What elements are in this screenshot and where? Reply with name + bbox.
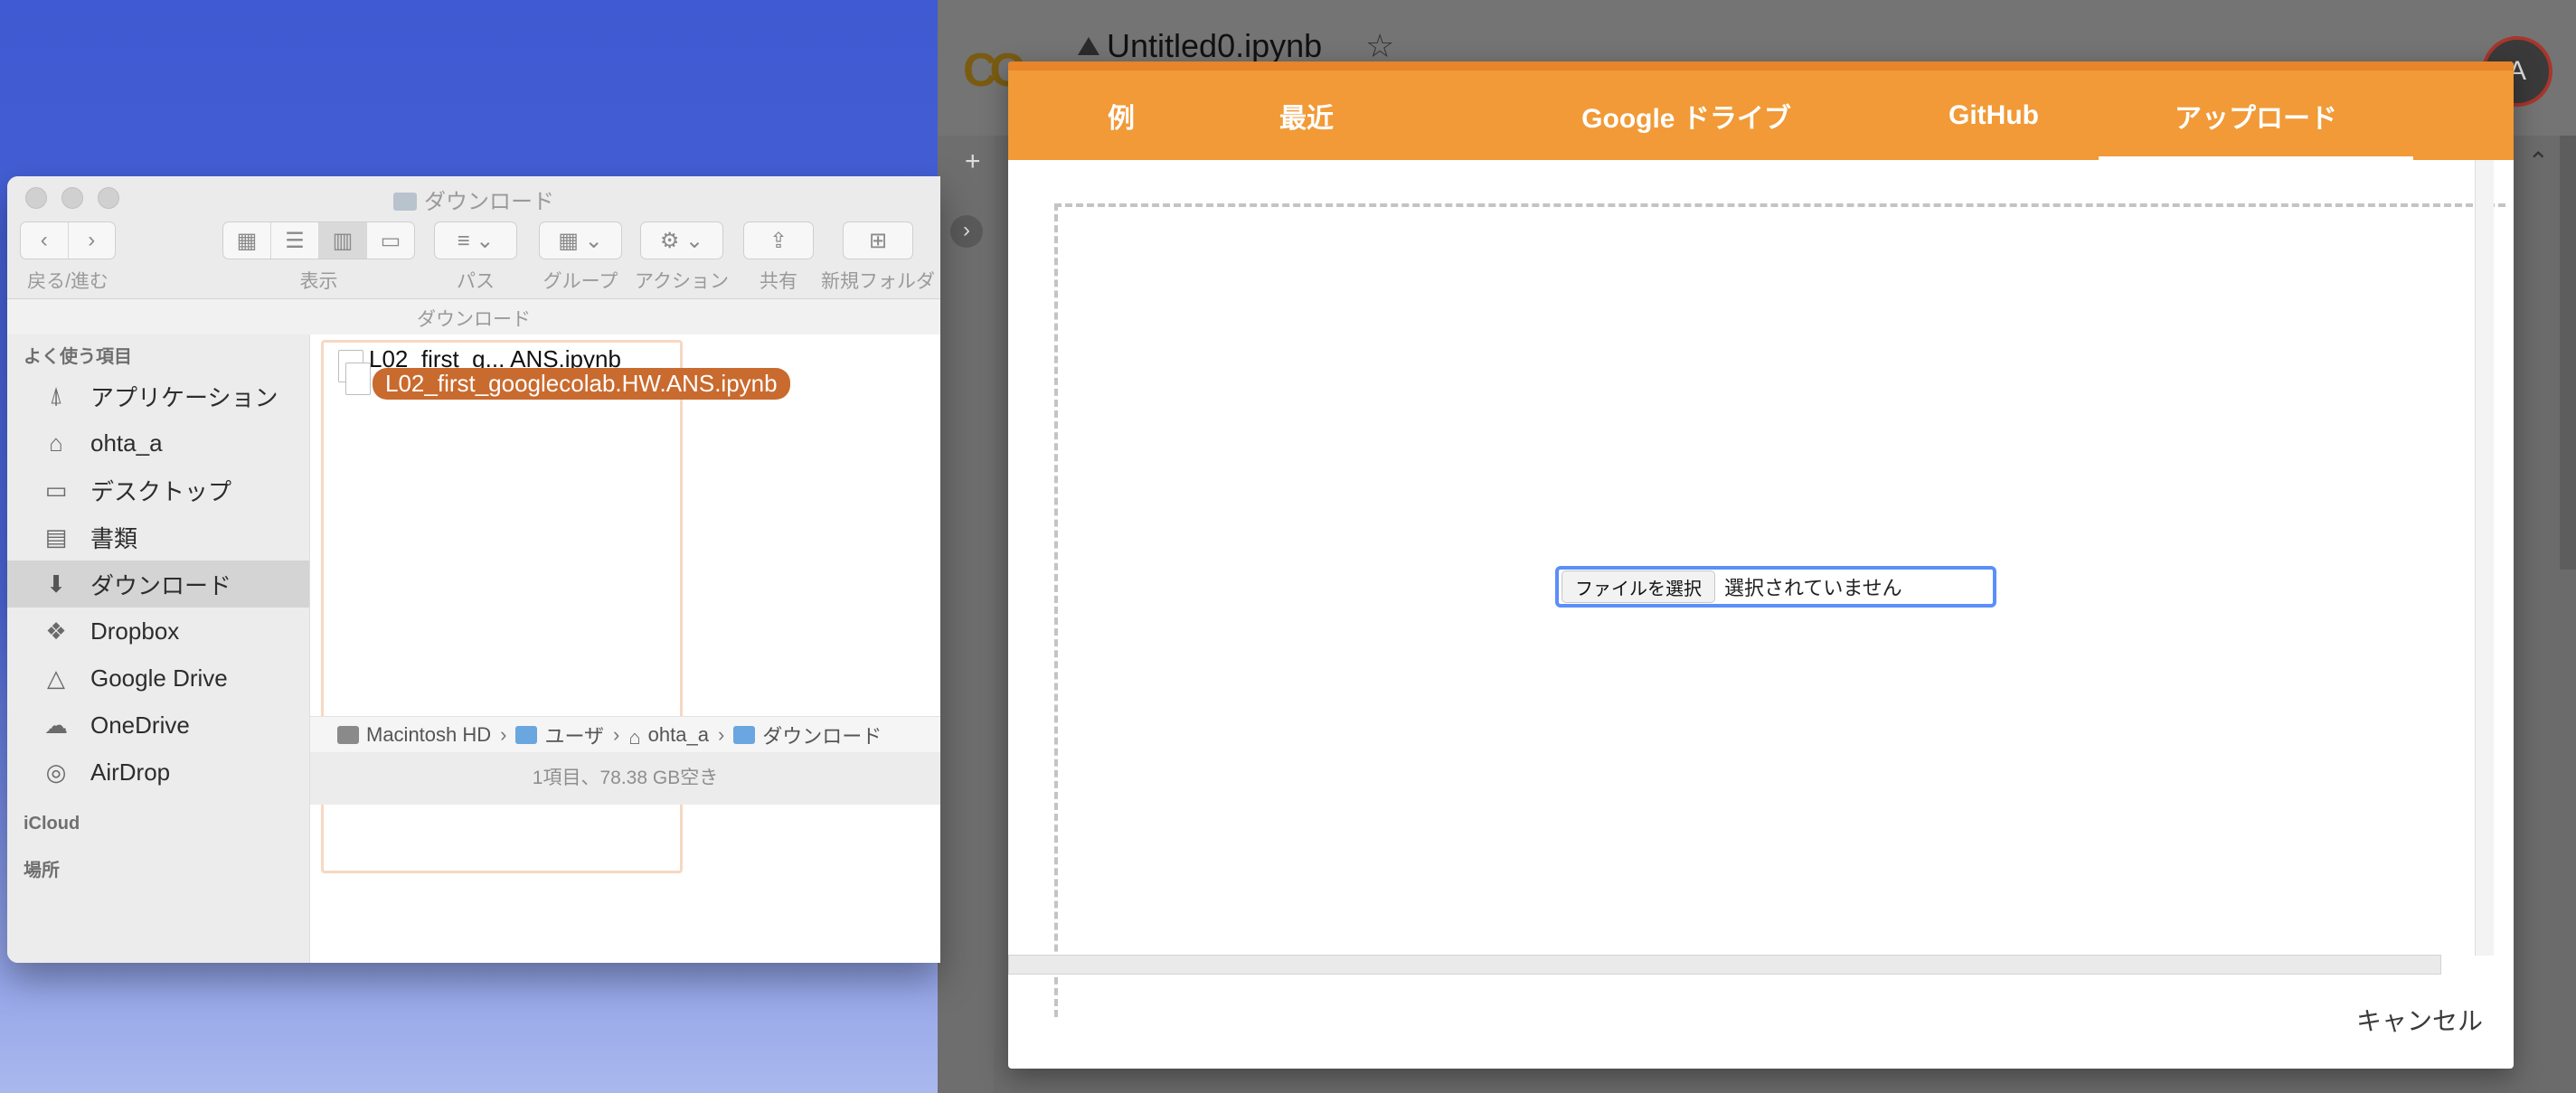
dialog-tab-bar: 例 最近 Google ドライブ GitHub アップロード xyxy=(1008,61,2514,160)
favorites-header: よく使う項目 xyxy=(24,347,132,367)
collapse-chevron-icon[interactable]: ⌃ xyxy=(2528,146,2549,176)
chevron-right-icon: › xyxy=(717,723,725,746)
home-icon: ⌂ xyxy=(628,726,641,749)
add-code-icon[interactable]: + xyxy=(965,146,981,177)
action-control: ⚙ ⌄ アクション xyxy=(635,221,729,294)
breadcrumb-item[interactable]: ohta_a xyxy=(648,723,709,747)
colab-scrollbar[interactable] xyxy=(2560,136,2576,570)
finder-sidebar: よく使う項目 ⍋ アプリケーション ⌂ ohta_a ▭ デスクトップ ▤ 書類 ⬇ ダウ… xyxy=(7,334,310,963)
downloads-icon: ⬇ xyxy=(46,570,66,598)
home-icon: ⌂ xyxy=(49,429,63,457)
finder-window: ダウンロード ‹ › 戻る/進む ▦ ☰ ▥ ▭ 表示 ≡ ⌄ パス ▦ ⌄ グ… xyxy=(7,176,940,963)
breadcrumb-item[interactable]: Macintosh HD xyxy=(366,723,491,747)
share-control: ⇪ 共有 xyxy=(743,221,814,294)
finder-content: L02_first_g... ANS.ipynb L02_first_googl… xyxy=(310,334,940,963)
desktop-icon: ▭ xyxy=(44,476,68,504)
choose-file-button[interactable]: ファイルを選択 xyxy=(1562,570,1715,603)
dropbox-icon: ❖ xyxy=(45,617,67,645)
back-forward-control: ‹ › 戻る/進む xyxy=(20,221,116,294)
path-control: ≡ ⌄ パス xyxy=(434,221,517,294)
tab-github[interactable]: GitHub xyxy=(1903,71,2084,160)
folder-icon xyxy=(515,726,538,744)
star-icon[interactable]: ☆ xyxy=(1365,27,1394,65)
downloads-folder-icon xyxy=(733,726,756,744)
documents-icon: ▤ xyxy=(44,523,68,551)
sidebar-item-airdrop[interactable]: ◎ AirDrop xyxy=(7,749,309,796)
gallery-view-icon[interactable]: ▭ xyxy=(367,222,414,259)
upload-drop-zone[interactable] xyxy=(1054,203,2505,1017)
tab-upload[interactable]: アップロード xyxy=(2099,71,2413,160)
window-title: ダウンロード xyxy=(7,184,940,215)
chevron-right-icon: › xyxy=(500,723,507,746)
folder-icon xyxy=(393,193,417,211)
icloud-header: iCloud xyxy=(24,814,80,834)
sidebar-item-downloads[interactable]: ⬇ ダウンロード xyxy=(7,561,309,608)
status-bar: 1項目、78.38 GB空き xyxy=(310,752,940,805)
list-view-icon[interactable]: ☰ xyxy=(271,222,319,259)
gear-icon[interactable]: ⚙ ⌄ xyxy=(641,222,722,259)
sidebar-item-desktop[interactable]: ▭ デスクトップ xyxy=(7,466,309,514)
breadcrumb-item[interactable]: ユーザ xyxy=(544,721,604,749)
icon-view-icon[interactable]: ▦ xyxy=(223,222,271,259)
file-picker[interactable]: ファイルを選択 選択されていません xyxy=(1555,566,1996,608)
sidebar-item-onedrive[interactable]: ☁ OneDrive xyxy=(7,702,309,749)
view-control: ▦ ☰ ▥ ▭ 表示 xyxy=(222,221,415,294)
dialog-horizontal-scrollbar[interactable] xyxy=(1008,955,2441,975)
sidebar-item-applications[interactable]: ⍋ アプリケーション xyxy=(7,372,309,419)
dragged-file-label[interactable]: L02_first_googlecolab.HW.ANS.ipynb xyxy=(373,368,790,400)
finder-titlebar: ダウンロード ‹ › 戻る/進む ▦ ☰ ▥ ▭ 表示 ≡ ⌄ パス ▦ ⌄ グ… xyxy=(7,176,940,330)
group-icon[interactable]: ▦ ⌄ xyxy=(540,222,621,259)
onedrive-icon: ☁ xyxy=(44,711,68,739)
applications-icon: ⍋ xyxy=(49,382,63,409)
tab-examples[interactable]: 例 xyxy=(1062,71,1180,160)
tab-recent[interactable]: 最近 xyxy=(1243,71,1370,160)
hard-drive-icon xyxy=(337,726,359,744)
new-folder-control: ⊞ 新規フォルダ xyxy=(821,221,935,294)
locations-header: 場所 xyxy=(24,861,60,881)
chevron-right-icon: › xyxy=(613,723,620,746)
tab-google-drive[interactable]: Google ドライブ xyxy=(1551,71,1822,160)
colab-side-strip xyxy=(938,136,994,1093)
dragged-file-icon xyxy=(345,363,371,395)
new-folder-icon[interactable]: ⊞ xyxy=(844,222,912,259)
back-icon[interactable]: ‹ xyxy=(21,222,69,259)
no-file-selected-text: 選択されていません xyxy=(1724,577,1902,599)
sidebar-toggle-icon[interactable]: › xyxy=(950,215,983,248)
google-drive-icon: △ xyxy=(47,664,65,692)
group-control: ▦ ⌄ グループ xyxy=(539,221,622,294)
cancel-button[interactable]: キャンセル xyxy=(2356,1002,2483,1038)
column-view-icon[interactable]: ▥ xyxy=(319,222,367,259)
breadcrumb-item[interactable]: ダウンロード xyxy=(762,721,882,749)
sidebar-item-documents[interactable]: ▤ 書類 xyxy=(7,514,309,561)
path-icon[interactable]: ≡ ⌄ xyxy=(435,222,516,259)
sidebar-item-home[interactable]: ⌂ ohta_a xyxy=(7,419,309,466)
sidebar-item-google-drive[interactable]: △ Google Drive xyxy=(7,655,309,702)
share-icon[interactable]: ⇪ xyxy=(744,222,813,259)
forward-icon[interactable]: › xyxy=(69,222,116,259)
breadcrumb: Macintosh HD › ユーザ › ⌂ ohta_a › ダウンロード xyxy=(310,716,940,753)
sidebar-item-dropbox[interactable]: ❖ Dropbox xyxy=(7,608,309,655)
dialog-vertical-scrollbar[interactable] xyxy=(2475,160,2494,956)
notebook-title[interactable]: Untitled0.ipynb xyxy=(1078,27,1322,65)
airdrop-icon: ◎ xyxy=(45,758,67,786)
path-title: ダウンロード xyxy=(417,309,531,330)
open-notebook-dialog: 例 最近 Google ドライブ GitHub アップロード ファイルを選択 選… xyxy=(1008,61,2514,1069)
drive-icon xyxy=(1078,37,1099,55)
